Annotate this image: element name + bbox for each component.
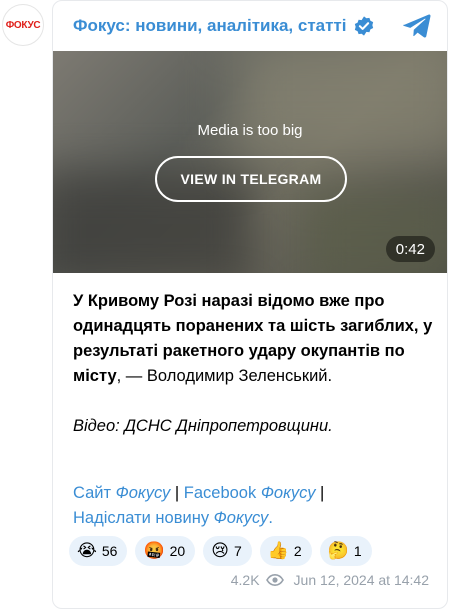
cursing-face-icon: 🤬 [143,541,165,561]
post-date-link[interactable]: Jun 12, 2024 at 14:42 [294,572,429,588]
post-italic-text: Відео: ДСНС Дніпропетровщини. [73,417,333,435]
facebook-link[interactable]: Facebook Фокусу [184,484,316,502]
video-duration-badge: 0:42 [385,236,435,262]
channel-name-link[interactable]: Фокус: новини, аналітика, статті [73,16,347,36]
eye-icon [265,574,284,586]
view-in-telegram-button[interactable]: VIEW IN TELEGRAM [155,156,347,202]
reaction-count: 1 [353,543,362,559]
view-count: 4.2K [230,572,260,588]
avatar-logo-text: ФОКУС [5,19,41,31]
channel-avatar[interactable]: ФОКУС [2,4,44,46]
video-thumbnail: Media is too big VIEW IN TELEGRAM 0:42 [53,51,447,273]
reaction-thinking[interactable]: 🤔 1 [319,536,372,566]
post-plain-text: , — Володимир Зеленський. [116,367,333,385]
post-header: Фокус: новини, аналітика, статті [53,1,447,51]
reaction-crying[interactable]: 😢 7 [203,536,252,566]
reaction-loudly-crying[interactable]: 😭 56 [69,536,128,566]
media-too-big-message: Media is too big [197,122,303,139]
reaction-cursing[interactable]: 🤬 20 [135,536,196,566]
post-links: Сайт Фокусу | Facebook Фокусу | Надіслат… [73,481,433,531]
reaction-count: 2 [293,543,302,559]
reaction-count: 56 [101,543,118,559]
post-meta: 4.2K Jun 12, 2024 at 14:42 [231,572,429,588]
reaction-count: 20 [169,543,186,559]
site-link[interactable]: Сайт Фокусу [73,484,170,502]
reaction-count: 7 [233,543,242,559]
link-separator: | [170,484,184,502]
reaction-thumbs-up[interactable]: 👍 2 [259,536,312,566]
link-separator: | [315,484,325,502]
telegram-icon[interactable] [403,13,431,39]
send-news-link[interactable]: Надіслати новину Фокусу. [73,509,273,527]
verified-badge-icon [354,16,373,36]
thumbs-up-icon: 👍 [267,541,289,561]
post-text: У Кривому Розі наразі відомо вже про оди… [73,289,433,439]
thinking-face-icon: 🤔 [327,541,349,561]
post-card: Фокус: новини, аналітика, статті Media i… [52,0,448,609]
crying-face-icon: 😢 [211,541,229,561]
loudly-crying-face-icon: 😭 [77,541,97,561]
reactions-bar: 😭 56 🤬 20 😢 7 👍 2 🤔 1 [69,536,372,566]
